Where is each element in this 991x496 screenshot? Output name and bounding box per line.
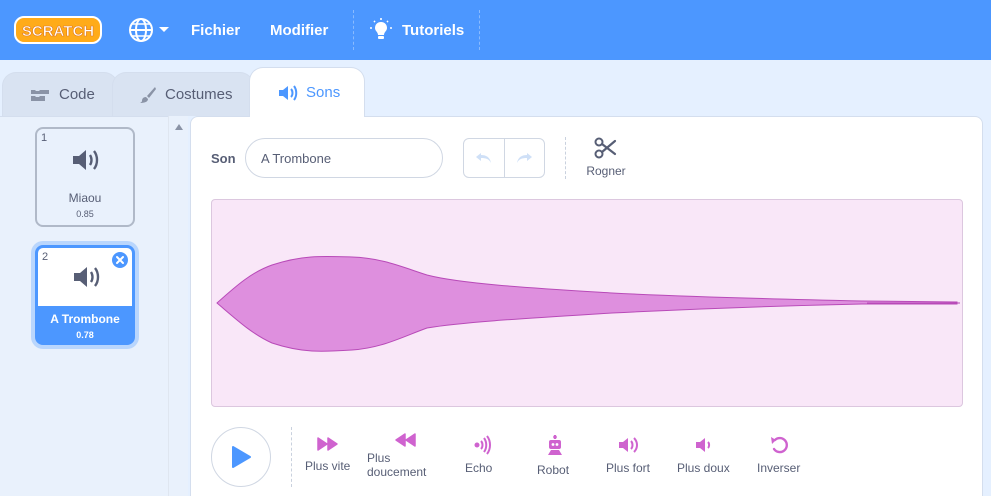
effect-robot-label: Robot xyxy=(537,463,570,477)
effect-softer-button[interactable]: Plus doux xyxy=(677,435,747,475)
tab-code[interactable]: Code xyxy=(2,72,118,116)
effect-softer-label: Plus doux xyxy=(677,461,730,475)
delete-sound-button[interactable] xyxy=(112,252,128,268)
effect-slower-label-line1: Plus xyxy=(367,451,391,465)
effect-slower-button[interactable]: Plus doucement xyxy=(367,431,437,479)
edit-menu[interactable]: Modifier xyxy=(270,0,328,60)
effect-robot-button[interactable]: Robot xyxy=(537,435,607,477)
undo-redo-group xyxy=(463,138,545,178)
sound-name-input[interactable] xyxy=(245,138,443,178)
volume-down-icon xyxy=(696,438,711,452)
speaker-icon xyxy=(73,150,99,170)
redo-icon xyxy=(517,153,533,163)
sound-duration: 0.85 xyxy=(76,209,94,219)
sound-name-label: Son xyxy=(211,151,236,166)
menu-divider xyxy=(353,10,354,50)
tab-sounds[interactable]: Sons xyxy=(249,67,365,117)
waveform-area[interactable] xyxy=(211,199,963,407)
sound-name: A Trombone xyxy=(50,312,120,326)
code-blocks-icon xyxy=(31,89,49,101)
trim-label: Rogner xyxy=(586,164,626,178)
menu-divider xyxy=(479,10,480,50)
tutorials-label: Tutoriels xyxy=(402,21,465,39)
paintbrush-icon xyxy=(140,86,156,103)
sound-list-scrollbar[interactable] xyxy=(168,116,188,496)
volume-up-icon xyxy=(619,437,638,453)
menu-bar: SCRATCH Fichier Modifier Tutoriels xyxy=(0,0,991,60)
effect-faster-label: Plus vite xyxy=(305,459,351,473)
trim-button[interactable]: Rogner xyxy=(581,137,631,178)
sound-duration: 0.78 xyxy=(76,330,94,340)
effect-faster-button[interactable]: Plus vite xyxy=(305,435,375,473)
speaker-icon xyxy=(74,267,100,287)
tab-code-label: Code xyxy=(59,86,95,103)
file-menu[interactable]: Fichier xyxy=(191,0,240,60)
scratch-logo[interactable]: SCRATCH xyxy=(14,14,102,46)
undo-button[interactable] xyxy=(464,139,504,177)
fast-forward-icon xyxy=(317,437,338,451)
sound-number: 2 xyxy=(42,251,49,263)
toolbar-divider xyxy=(565,137,566,179)
effect-reverse-label: Inverser xyxy=(757,461,801,475)
scissors-icon xyxy=(594,137,617,159)
tab-sounds-label: Sons xyxy=(306,84,341,101)
globe-icon xyxy=(129,18,153,42)
sound-list: 1 Miaou 0.85 2 A Trombone 0.78 xyxy=(0,116,168,496)
tutorials-menu[interactable]: Tutoriels xyxy=(370,0,464,60)
undo-icon xyxy=(475,153,491,163)
sound-tile[interactable]: 2 A Trombone 0.78 xyxy=(35,245,135,345)
robot-icon xyxy=(548,435,562,455)
sound-editor: Son Rogner xyxy=(190,116,983,496)
lightbulb-icon xyxy=(370,18,392,39)
sound-number: 1 xyxy=(41,132,48,144)
rewind-icon xyxy=(395,433,416,447)
redo-button[interactable] xyxy=(503,139,545,177)
effect-slower-label-line2: doucement xyxy=(367,465,427,479)
echo-icon xyxy=(474,435,491,455)
effects-divider xyxy=(291,427,292,487)
sound-tile[interactable]: 1 Miaou 0.85 xyxy=(35,127,135,227)
effect-echo-button[interactable]: Echo xyxy=(465,435,535,475)
close-icon xyxy=(116,256,124,264)
play-button[interactable] xyxy=(211,427,271,487)
scroll-up-arrow-icon[interactable] xyxy=(175,124,183,130)
svg-text:SCRATCH: SCRATCH xyxy=(22,23,94,40)
play-icon xyxy=(232,446,251,468)
chevron-down-icon xyxy=(159,27,169,32)
speaker-icon xyxy=(279,84,298,101)
sound-name: Miaou xyxy=(68,191,102,205)
reverse-icon xyxy=(771,436,788,454)
tab-costumes-label: Costumes xyxy=(165,86,233,103)
tab-costumes[interactable]: Costumes xyxy=(112,72,254,116)
effect-echo-label: Echo xyxy=(465,461,493,475)
waveform xyxy=(216,255,960,352)
effect-reverse-button[interactable]: Inverser xyxy=(757,435,827,475)
language-menu[interactable] xyxy=(128,0,170,60)
effect-louder-label: Plus fort xyxy=(606,461,651,475)
effect-louder-button[interactable]: Plus fort xyxy=(606,435,676,475)
